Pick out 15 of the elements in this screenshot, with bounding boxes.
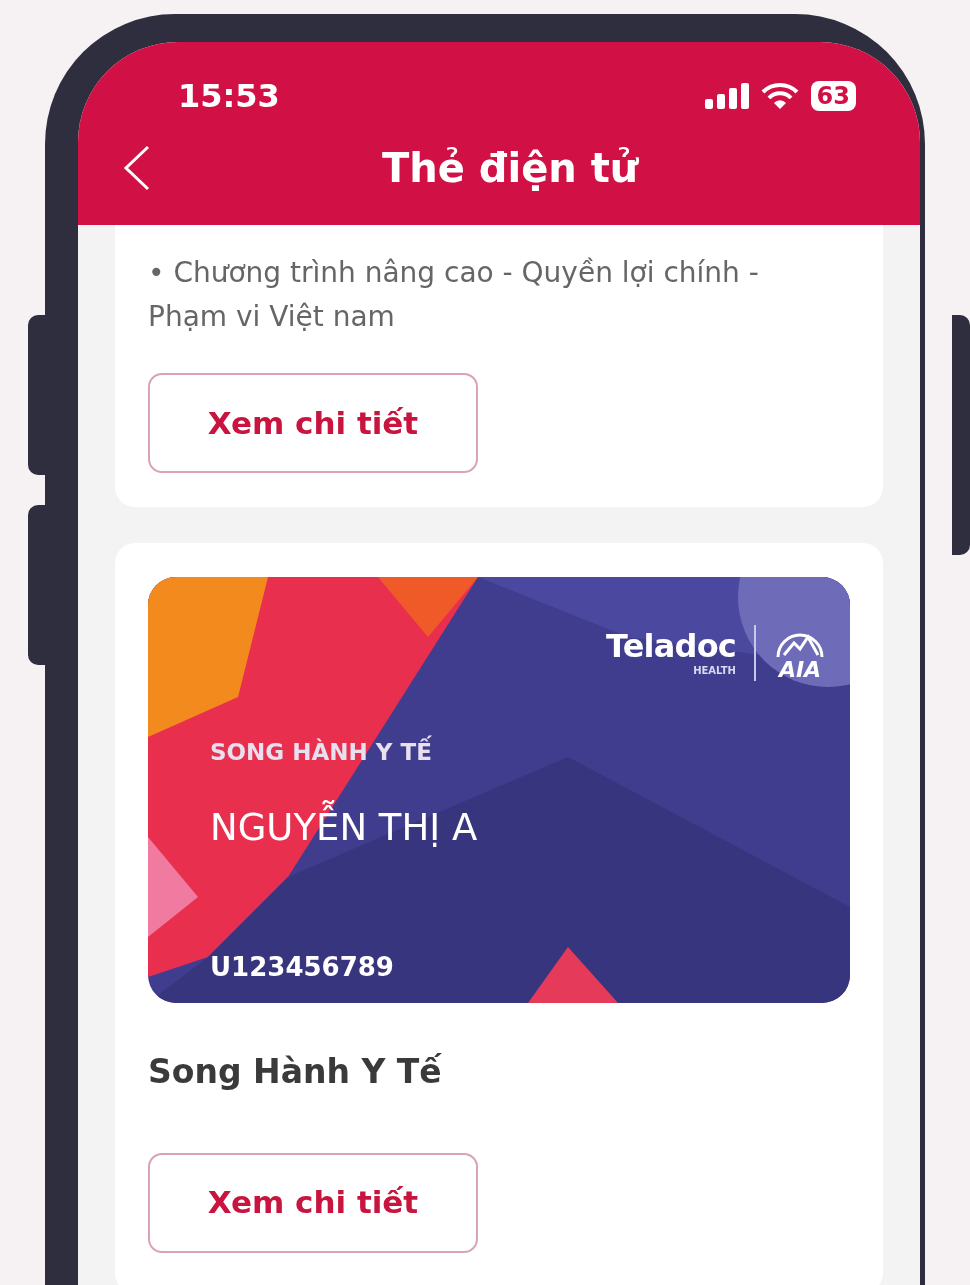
member-id: U123456789 bbox=[210, 951, 394, 984]
back-icon[interactable] bbox=[122, 145, 152, 191]
partner-logo-text: AIA bbox=[778, 659, 822, 681]
view-details-button[interactable]: Xem chi tiết bbox=[148, 373, 478, 473]
signal-icon bbox=[704, 83, 749, 109]
wifi-icon bbox=[760, 82, 799, 110]
view-details-button[interactable]: Xem chi tiết bbox=[148, 1152, 478, 1253]
status-time: 15:53 bbox=[178, 76, 280, 117]
plan-description: • Chương trình nâng cao - Quyền lợi chính - Phạm vi Việt nam bbox=[148, 255, 760, 335]
brand-logo-subtext: HEALTH bbox=[693, 666, 736, 676]
screen-title: Thẻ điện tử bbox=[382, 144, 639, 193]
program-label: SONG HÀNH Y TẾ bbox=[210, 735, 478, 770]
card-title: Song Hành Y Tế bbox=[148, 1051, 443, 1093]
brand-logo-text: Teladoc bbox=[605, 630, 736, 662]
battery-indicator: 63 bbox=[810, 81, 856, 111]
